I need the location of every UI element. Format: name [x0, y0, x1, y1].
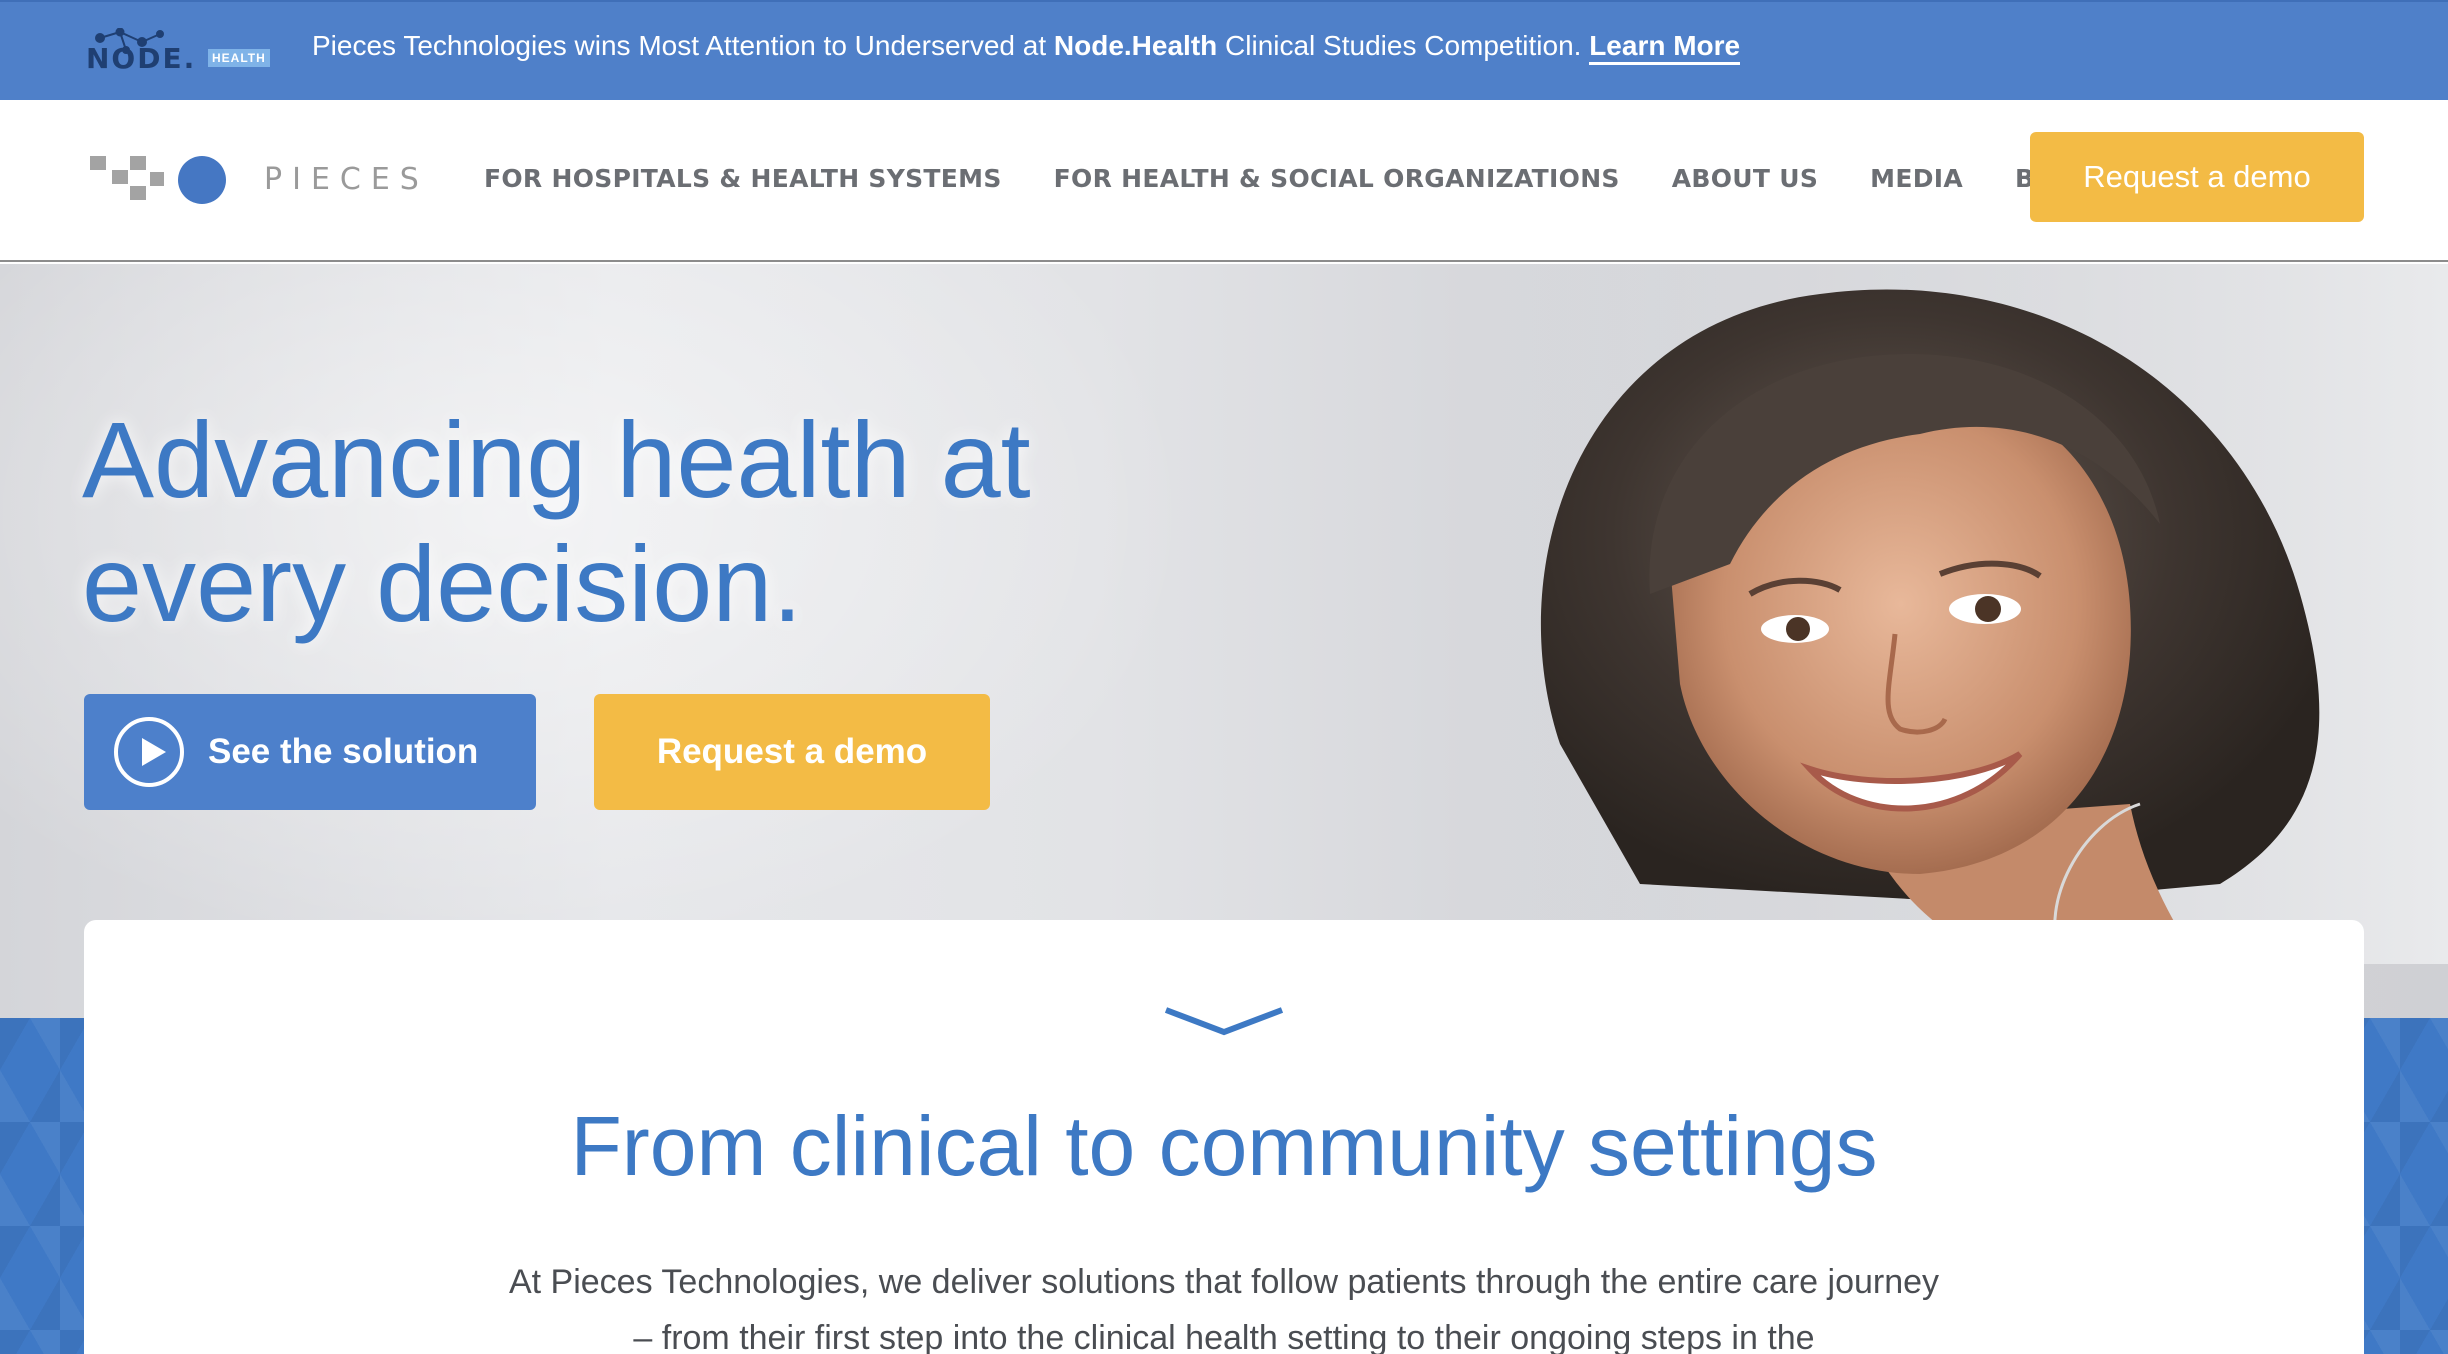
hero-request-demo-button[interactable]: Request a demo: [594, 694, 990, 810]
node-health-logo-badge: HEALTH: [208, 49, 270, 67]
nav-link-media[interactable]: MEDIA: [1870, 164, 1963, 193]
hero-portrait-image: [1440, 264, 2448, 964]
logo-square: [150, 172, 164, 186]
announcement-bar: NODE. HEALTH Pieces Technologies wins Mo…: [0, 0, 2448, 100]
section-title: From clinical to community settings: [570, 1099, 1878, 1193]
hero-title: Advancing health at every decision.: [82, 399, 1031, 644]
node-health-logo[interactable]: NODE. HEALTH: [86, 28, 270, 76]
logo-square: [112, 170, 128, 184]
nav-links: FOR HOSPITALS & HEALTH SYSTEMS FOR HEALT…: [484, 164, 2144, 193]
see-solution-button[interactable]: See the solution: [84, 694, 536, 810]
announcement-text-before: Pieces Technologies wins Most Attention …: [312, 30, 1054, 61]
nav-link-about-us[interactable]: ABOUT US: [1672, 164, 1818, 193]
main-navigation: PIECES FOR HOSPITALS & HEALTH SYSTEMS FO…: [0, 100, 2448, 262]
play-icon: [114, 717, 184, 787]
logo-square: [90, 156, 106, 170]
node-health-logo-text: NODE.: [86, 42, 197, 75]
announcement-text-bold: Node.Health: [1053, 30, 1218, 61]
brand-wordmark: PIECES: [264, 162, 429, 197]
logo-square: [130, 186, 146, 200]
nav-link-health-social[interactable]: FOR HEALTH & SOCIAL ORGANIZATIONS: [1054, 164, 1620, 193]
logo-circle: [178, 156, 226, 204]
learn-more-link[interactable]: Learn More: [1589, 30, 1741, 65]
logo-square: [130, 156, 146, 170]
nav-link-hospitals[interactable]: FOR HOSPITALS & HEALTH SYSTEMS: [484, 164, 1002, 193]
chevron-down-icon[interactable]: [1162, 1004, 1286, 1040]
pieces-logo[interactable]: PIECES: [90, 150, 420, 210]
announcement-text-after: Clinical Studies Competition.: [1217, 30, 1590, 61]
see-solution-label: See the solution: [208, 732, 479, 771]
section-body: At Pieces Technologies, we deliver solut…: [508, 1263, 1940, 1354]
announcement-text: Pieces Technologies wins Most Attention …: [312, 30, 1741, 65]
hero-section: Advancing health at every decision. See …: [0, 264, 2448, 1020]
intro-card: From clinical to community settings At P…: [84, 920, 2364, 1354]
nav-request-demo-button[interactable]: Request a demo: [2030, 132, 2364, 222]
